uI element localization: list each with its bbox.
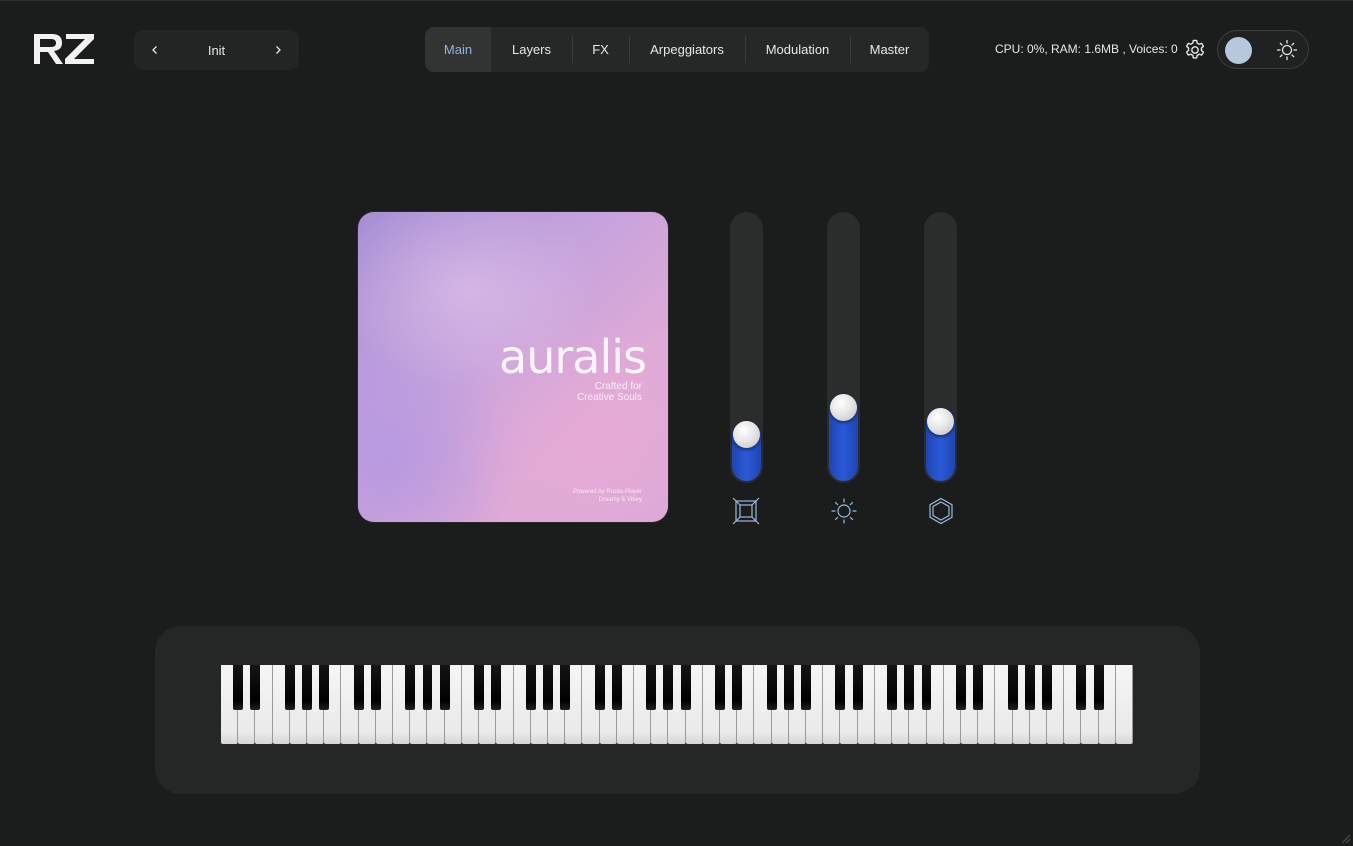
black-key[interactable] bbox=[611, 665, 622, 710]
footer-line-1: Powered by Rozos Player bbox=[572, 489, 642, 495]
sun-icon bbox=[1276, 39, 1298, 61]
black-key[interactable] bbox=[594, 665, 605, 710]
black-key[interactable] bbox=[766, 665, 777, 710]
hexagon-icon bbox=[929, 497, 953, 525]
black-key[interactable] bbox=[525, 665, 536, 710]
black-key[interactable] bbox=[370, 665, 381, 710]
black-key[interactable] bbox=[921, 665, 932, 710]
gear-icon[interactable] bbox=[1183, 38, 1207, 62]
theme-toggle[interactable] bbox=[1217, 30, 1309, 69]
macro-slider-space[interactable] bbox=[730, 212, 763, 483]
macro-slider-character[interactable] bbox=[924, 212, 957, 483]
tab-master[interactable]: Master bbox=[850, 27, 929, 72]
rz-logo: RZ bbox=[34, 34, 94, 64]
white-key[interactable] bbox=[1115, 665, 1133, 744]
black-key[interactable] bbox=[801, 665, 812, 710]
chevron-right-icon[interactable] bbox=[269, 41, 287, 59]
black-key[interactable] bbox=[646, 665, 657, 710]
black-key[interactable] bbox=[233, 665, 244, 710]
square-frame-icon bbox=[732, 497, 760, 525]
tab-modulation[interactable]: Modulation bbox=[745, 27, 850, 72]
main-tabs: Main Layers FX Arpeggiators Modulation M… bbox=[425, 27, 929, 72]
app-window: RZ Init Main Layers FX Arpeggiators Modu… bbox=[0, 0, 1353, 846]
preset-navigator: Init bbox=[134, 30, 299, 70]
tagline-line-2: Creative Souls bbox=[576, 392, 642, 403]
black-key[interactable] bbox=[560, 665, 571, 710]
resize-grip-icon[interactable] bbox=[1341, 834, 1351, 844]
slider-thumb[interactable] bbox=[733, 421, 760, 448]
black-key[interactable] bbox=[353, 665, 364, 710]
black-key[interactable] bbox=[250, 665, 261, 710]
artwork-tagline: Crafted for Creative Souls bbox=[577, 381, 642, 403]
preset-artwork: auralis Crafted for Creative Souls Power… bbox=[358, 212, 668, 522]
black-key[interactable] bbox=[491, 665, 502, 710]
black-key[interactable] bbox=[904, 665, 915, 710]
black-key[interactable] bbox=[715, 665, 725, 710]
tab-layers[interactable]: Layers bbox=[491, 27, 572, 72]
black-key[interactable] bbox=[439, 665, 450, 710]
tagline-line-1: Crafted for bbox=[594, 381, 642, 392]
black-key[interactable] bbox=[1024, 665, 1035, 710]
piano-keyboard[interactable] bbox=[221, 665, 1133, 744]
black-key[interactable] bbox=[973, 665, 984, 710]
black-key[interactable] bbox=[542, 665, 553, 710]
black-key[interactable] bbox=[783, 665, 794, 710]
black-key[interactable] bbox=[732, 665, 743, 710]
tab-arpeggiators[interactable]: Arpeggiators bbox=[629, 27, 745, 72]
black-key[interactable] bbox=[663, 665, 674, 710]
footer-line-2: Dreamy & Vibey bbox=[598, 497, 642, 503]
slider-thumb[interactable] bbox=[927, 408, 954, 435]
slider-thumb[interactable] bbox=[830, 394, 857, 421]
black-key[interactable] bbox=[284, 665, 295, 710]
chevron-left-icon[interactable] bbox=[146, 41, 164, 59]
sun-icon bbox=[831, 498, 857, 524]
black-key[interactable] bbox=[680, 665, 691, 710]
black-key[interactable] bbox=[1007, 665, 1018, 710]
black-key[interactable] bbox=[1076, 665, 1087, 710]
black-key[interactable] bbox=[955, 665, 966, 710]
black-key[interactable] bbox=[405, 665, 416, 710]
artwork-title: auralis bbox=[499, 330, 647, 384]
toggle-knob[interactable] bbox=[1225, 37, 1252, 64]
tab-fx[interactable]: FX bbox=[572, 27, 629, 72]
black-key[interactable] bbox=[474, 665, 485, 710]
black-key[interactable] bbox=[302, 665, 313, 710]
black-key[interactable] bbox=[1041, 665, 1052, 710]
black-key[interactable] bbox=[835, 665, 846, 710]
tab-main[interactable]: Main bbox=[425, 27, 491, 72]
black-key[interactable] bbox=[319, 665, 330, 710]
black-key[interactable] bbox=[852, 665, 863, 710]
black-key[interactable] bbox=[1093, 665, 1104, 710]
preset-name[interactable]: Init bbox=[208, 43, 225, 58]
black-key[interactable] bbox=[887, 665, 898, 710]
performance-status: CPU: 0%, RAM: 1.6MB , Voices: 0 bbox=[995, 42, 1178, 56]
macro-slider-brightness[interactable] bbox=[827, 212, 860, 483]
black-key[interactable] bbox=[422, 665, 433, 710]
artwork-footer: Powered by Rozos Player Dreamy & Vibey bbox=[573, 488, 642, 504]
